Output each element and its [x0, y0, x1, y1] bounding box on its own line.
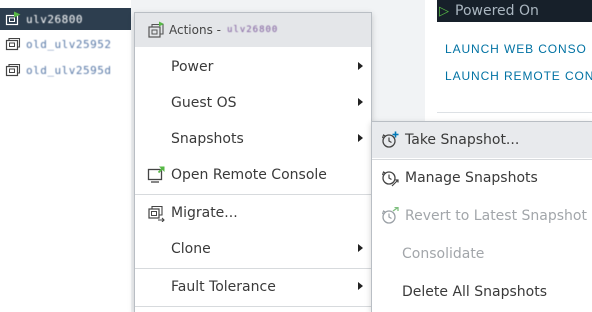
- revert-snapshot-icon: [381, 207, 399, 224]
- vm-running-icon: [5, 11, 21, 26]
- menu-item-delete-all-snapshots[interactable]: Delete All Snapshots: [372, 274, 592, 310]
- launch-web-console-link[interactable]: LAUNCH WEB CONSO: [445, 42, 587, 56]
- power-state-label: Powered On: [455, 3, 539, 19]
- actions-menu-header: Actions - ulv26800: [135, 13, 371, 47]
- menu-item-label: Power: [171, 59, 214, 75]
- submenu-arrow-icon: [358, 62, 363, 70]
- tree-item-vm[interactable]: old_ulv2595d: [0, 59, 131, 81]
- menu-item-label: Take Snapshot...: [405, 132, 520, 148]
- menu-item-label: Snapshots: [171, 131, 244, 147]
- tree-item-label: ulv26800: [26, 12, 83, 26]
- remote-console-icon: [147, 166, 165, 183]
- tree-item-label: old_ulv25952: [26, 37, 112, 51]
- snapshots-submenu: Take Snapshot... Manage Snapshots Revert…: [371, 121, 592, 312]
- menu-item-migrate[interactable]: Migrate...: [135, 195, 371, 231]
- menu-item-manage-snapshots[interactable]: Manage Snapshots: [372, 160, 592, 196]
- inventory-tree: ulv26800 old_ulv25952 old_ulv2595d: [0, 0, 131, 312]
- menu-item-clone[interactable]: Clone: [135, 231, 371, 267]
- menu-item-label: Delete All Snapshots: [402, 284, 547, 300]
- menu-item-label: Revert to Latest Snapshot: [405, 208, 587, 224]
- menu-item-snapshots[interactable]: Snapshots: [135, 121, 371, 157]
- manage-snapshots-icon: [381, 171, 399, 187]
- divider: [437, 112, 592, 113]
- menu-item-label: Consolidate: [402, 246, 485, 262]
- menu-item-power[interactable]: Power: [135, 49, 371, 85]
- menu-separator: [135, 306, 371, 307]
- menu-item-label: Guest OS: [171, 95, 237, 111]
- menu-item-label: Open Remote Console: [171, 167, 327, 183]
- power-state-bar: ▷ Powered On: [437, 0, 592, 22]
- launch-remote-console-link[interactable]: LAUNCH REMOTE CON: [445, 69, 592, 83]
- submenu-arrow-icon: [358, 282, 363, 290]
- vm-icon: [148, 21, 164, 38]
- vm-icon: [5, 63, 21, 77]
- migrate-icon: [148, 205, 165, 222]
- menu-item-label: Fault Tolerance: [171, 279, 276, 295]
- submenu-arrow-icon: [358, 244, 363, 252]
- menu-item-guest-os[interactable]: Guest OS: [135, 85, 371, 121]
- menu-item-take-snapshot[interactable]: Take Snapshot...: [372, 122, 592, 158]
- power-on-icon: ▷: [439, 3, 449, 19]
- take-snapshot-icon: [381, 131, 399, 148]
- actions-header-target: ulv26800: [226, 25, 279, 35]
- submenu-arrow-icon: [358, 134, 363, 142]
- menu-item-revert-to-latest-snapshot[interactable]: Revert to Latest Snapshot: [372, 198, 592, 234]
- tree-item-vm[interactable]: ulv26800: [0, 8, 131, 30]
- vm-icon: [5, 37, 21, 51]
- menu-item-label: Migrate...: [171, 205, 238, 221]
- submenu-arrow-icon: [358, 98, 363, 106]
- tree-item-label: old_ulv2595d: [26, 63, 112, 77]
- menu-item-consolidate[interactable]: Consolidate: [372, 236, 592, 272]
- actions-header-label: Actions -: [169, 23, 221, 37]
- menu-item-label: Manage Snapshots: [405, 170, 538, 186]
- menu-item-fault-tolerance[interactable]: Fault Tolerance: [135, 269, 371, 305]
- menu-item-open-remote-console[interactable]: Open Remote Console: [135, 157, 371, 193]
- tree-item-vm[interactable]: old_ulv25952: [0, 33, 131, 55]
- menu-item-label: Clone: [171, 241, 211, 257]
- actions-context-menu: Actions - ulv26800 Power Guest OS Snapsh…: [134, 12, 372, 312]
